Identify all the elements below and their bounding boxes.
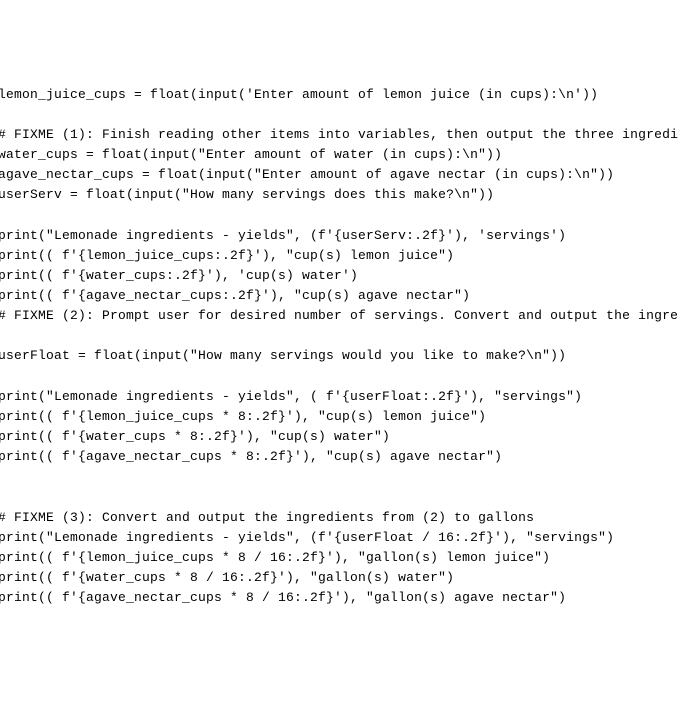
code-line: print("Lemonade ingredients - yields", (… bbox=[0, 387, 680, 407]
code-line: agave_nectar_cups = float(input("Enter a… bbox=[0, 165, 680, 185]
code-line: print(( f'{water_cups * 8 / 16:.2f}'), "… bbox=[0, 568, 680, 588]
code-line bbox=[0, 367, 680, 387]
code-line bbox=[0, 467, 680, 487]
code-line: print(( f'{lemon_juice_cups * 8:.2f}'), … bbox=[0, 407, 680, 427]
code-line: print(( f'{agave_nectar_cups * 8:.2f}'),… bbox=[0, 447, 680, 467]
code-line: print(( f'{agave_nectar_cups * 8 / 16:.2… bbox=[0, 588, 680, 608]
code-line: # FIXME (1): Finish reading other items … bbox=[0, 125, 680, 145]
code-line: # FIXME (2): Prompt user for desired num… bbox=[0, 306, 680, 326]
code-line: print("Lemonade ingredients - yields", (… bbox=[0, 226, 680, 246]
code-line: userFloat = float(input("How many servin… bbox=[0, 346, 680, 366]
code-line bbox=[0, 487, 680, 507]
code-line: # FIXME (3): Convert and output the ingr… bbox=[0, 508, 680, 528]
code-line: print(( f'{water_cups * 8:.2f}'), "cup(s… bbox=[0, 427, 680, 447]
code-line bbox=[0, 205, 680, 225]
code-line: print(( f'{agave_nectar_cups:.2f}'), "cu… bbox=[0, 286, 680, 306]
code-line: water_cups = float(input("Enter amount o… bbox=[0, 145, 680, 165]
code-line bbox=[0, 105, 680, 125]
code-line: lemon_juice_cups = float(input('Enter am… bbox=[0, 85, 680, 105]
code-block: lemon_juice_cups = float(input('Enter am… bbox=[0, 85, 680, 609]
code-line: print("Lemonade ingredients - yields", (… bbox=[0, 528, 680, 548]
code-line: print(( f'{lemon_juice_cups:.2f}'), "cup… bbox=[0, 246, 680, 266]
code-line: userServ = float(input("How many serving… bbox=[0, 185, 680, 205]
code-line bbox=[0, 326, 680, 346]
code-line: print(( f'{water_cups:.2f}'), 'cup(s) wa… bbox=[0, 266, 680, 286]
